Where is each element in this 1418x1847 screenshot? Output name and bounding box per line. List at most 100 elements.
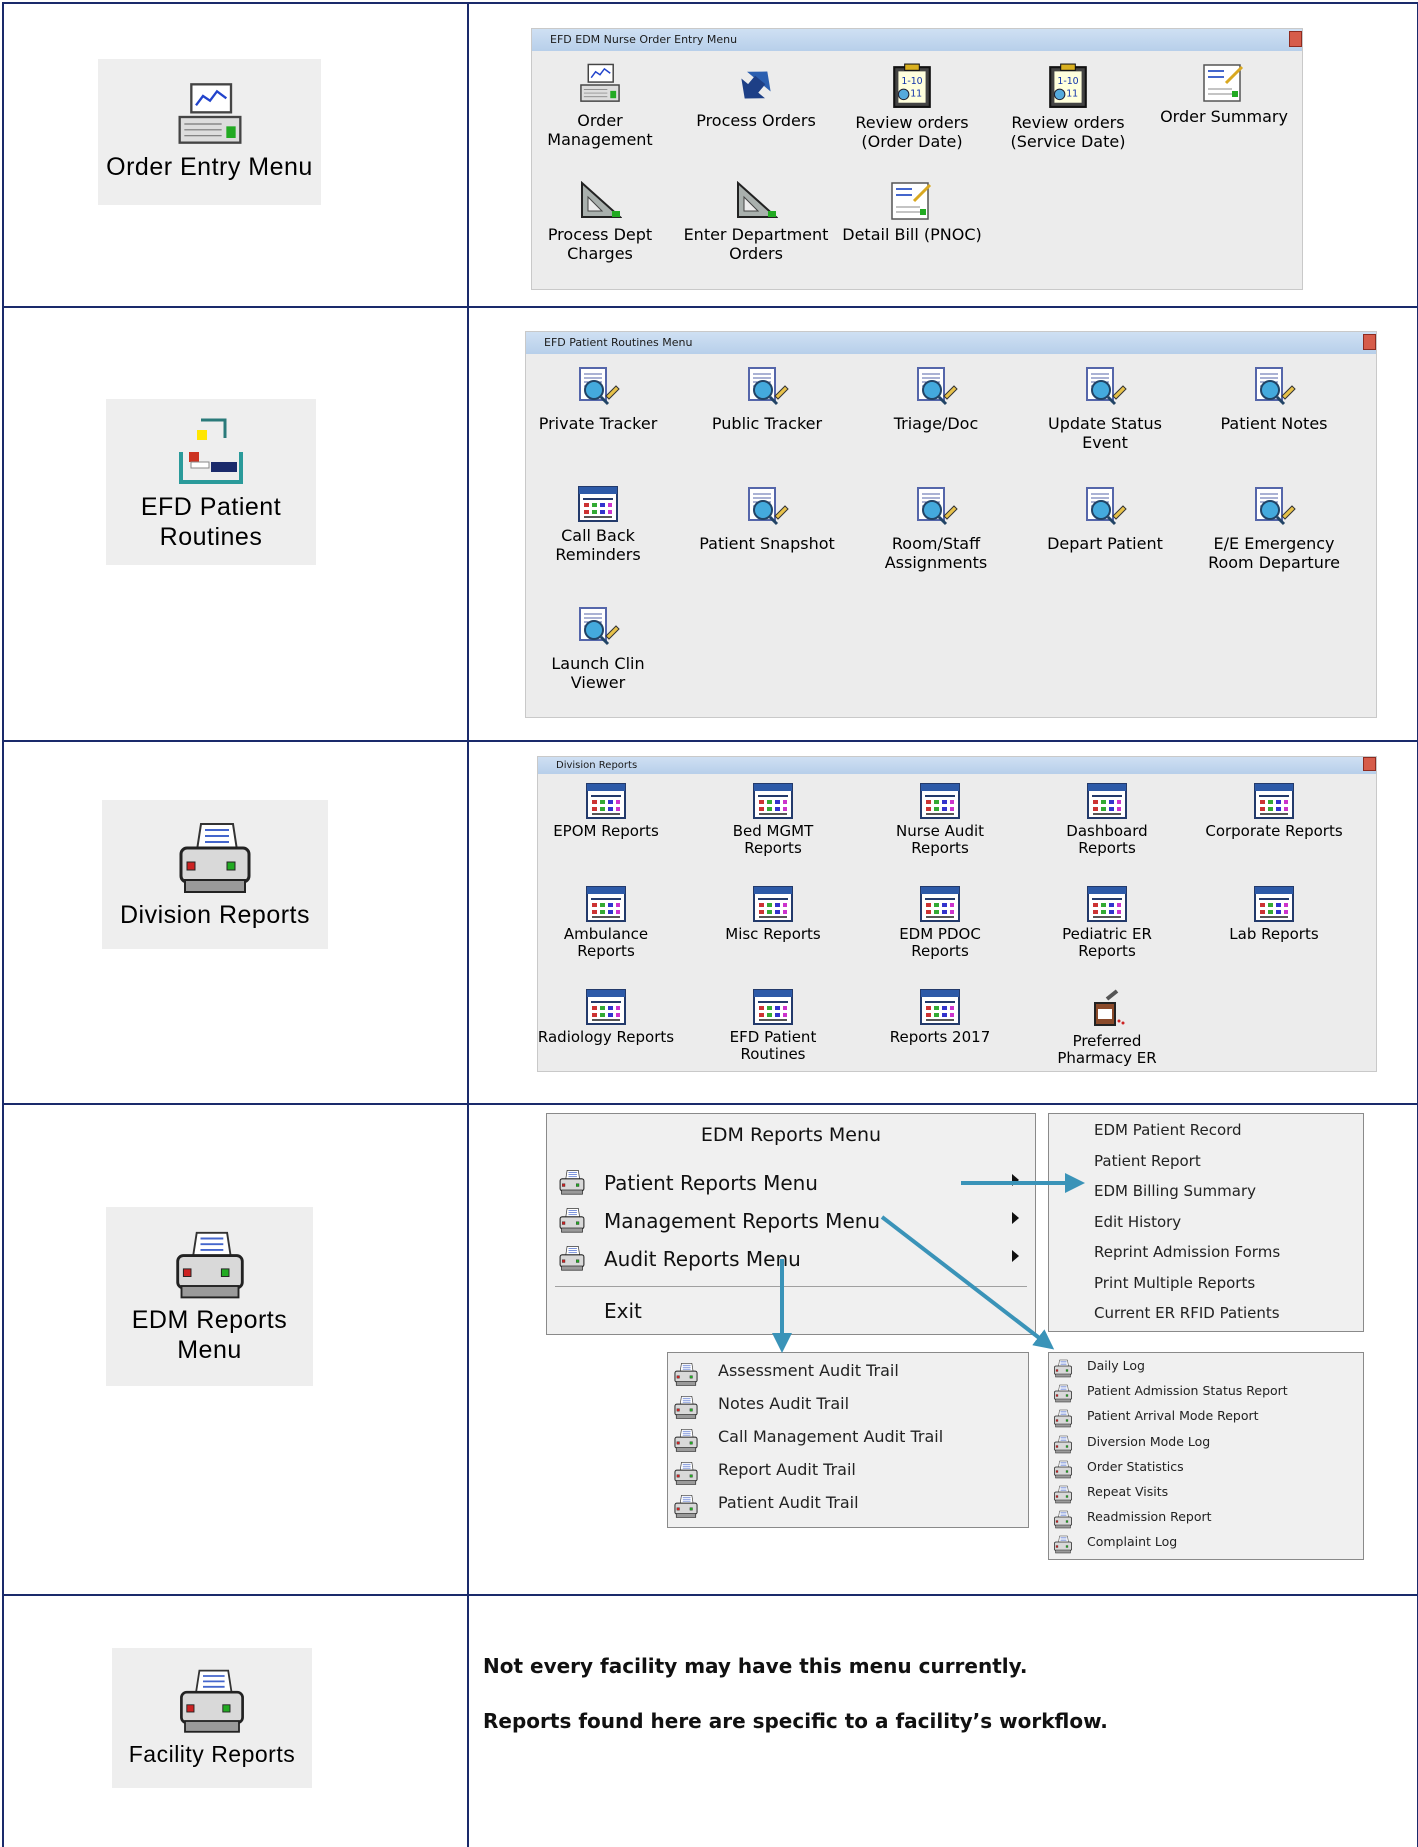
tile-cell: EDM Reports Menu [2,1103,469,1596]
window-title: Division Reports [538,757,1376,774]
patient-bed-icon [169,412,253,492]
submenu-item-label: Edit History [1094,1212,1182,1231]
menu-item-label-line-1: Dashboard [1066,822,1148,840]
efd-patient-routines-tile[interactable]: EFD Patient Routines [106,399,316,565]
menu-item[interactable]: Preferred Pharmacy ER [1027,989,1187,1067]
submenu-item[interactable]: Patient Audit Trail [668,1493,1028,1526]
menu-item-label-line-2: Reports [911,942,969,960]
window-cell: EDM Reports Menu Patient Reports Menu Ma… [467,1103,1418,1596]
tile-label-line-2: Routines [159,523,263,551]
menu-item[interactable]: Ambulance Reports [526,886,686,960]
submenu-item[interactable]: Assessment Audit Trail [668,1361,1028,1394]
menu-item[interactable]: Patient Snapshot [687,486,847,553]
order-entry-menu-tile[interactable]: Order Entry Menu [98,59,321,205]
menu-item[interactable]: EDM PDOC Reports [860,886,1020,960]
submenu-item[interactable]: EDM Billing Summary [1049,1182,1363,1213]
blue-arrows-icon [734,63,778,107]
patient-reports-submenu: EDM Patient Record Patient Report EDM Bill… [1048,1113,1364,1332]
menu-item[interactable]: Room/Staff Assignments [856,486,1016,572]
submenu-arrow-icon [1012,1250,1019,1262]
tile-label: Division Reports [119,900,310,929]
menu-item[interactable]: Order Management [520,63,680,149]
menu-item[interactable]: Pediatric ER Reports [1027,886,1187,960]
menu-item[interactable]: Patient Notes [1194,366,1354,433]
submenu-item-label: Call Management Audit Trail [718,1427,944,1446]
menu-item[interactable]: Nurse Audit Reports [860,783,1020,857]
document-magnifier-icon [745,366,789,410]
menu-item[interactable]: Radiology Reports [526,989,686,1046]
menu-item[interactable]: Detail Bill (PNOC) [832,181,992,244]
submenu-item[interactable]: Readmission Report [1049,1509,1363,1534]
edm-reports-menu-tile[interactable]: EDM Reports Menu [106,1207,313,1386]
printer-icon [1053,1460,1073,1480]
menu-item[interactable]: Triage/Doc [856,366,1016,433]
report-window-icon [753,886,793,922]
menu-item-patient-reports[interactable]: Patient Reports Menu [547,1166,1035,1200]
menu-item[interactable]: EPOM Reports [526,783,686,840]
printer-icon [557,1207,587,1235]
report-window-icon [920,989,960,1025]
menu-item[interactable]: Corporate Reports [1194,783,1354,840]
submenu-item[interactable]: Patient Arrival Mode Report [1049,1408,1363,1433]
menu-item[interactable]: Lab Reports [1194,886,1354,943]
menu-item[interactable]: Reports 2017 [860,989,1020,1046]
set-square-icon [578,181,622,221]
menu-item[interactable]: Process Dept Charges [520,181,680,263]
facility-reports-tile[interactable]: Facility Reports [112,1648,312,1788]
submenu-item[interactable]: Notes Audit Trail [668,1394,1028,1427]
menu-item[interactable]: Public Tracker [687,366,847,433]
menu-item-label-line-2: Reports [577,942,635,960]
menu-item[interactable]: Private Tracker [518,366,678,433]
menu-item-exit[interactable]: Exit [547,1294,1035,1328]
submenu-item[interactable]: Edit History [1049,1213,1363,1244]
report-window-icon [920,886,960,922]
submenu-item[interactable]: Patient Admission Status Report [1049,1383,1363,1408]
printer-icon [175,820,255,900]
menu-item-label-line-2: Assignments [884,553,988,572]
menu-item[interactable]: EFD Patient Routines [693,989,853,1063]
submenu-item[interactable]: Repeat Visits [1049,1484,1363,1509]
submenu-item[interactable]: Order Statistics [1049,1459,1363,1484]
menu-item[interactable]: Update Status Event [1025,366,1185,452]
menu-item-audit-reports[interactable]: Audit Reports Menu [547,1242,1035,1276]
printer-icon [557,1169,587,1197]
document-magnifier-icon [1252,366,1296,410]
menu-item[interactable]: Misc Reports [693,886,853,943]
menu-item[interactable]: Enter Department Orders [676,181,836,263]
menu-item-label: Exit [604,1299,642,1323]
submenu-item[interactable]: Reprint Admission Forms [1049,1243,1363,1274]
submenu-item[interactable]: Print Multiple Reports [1049,1274,1363,1305]
close-icon[interactable] [1289,31,1302,47]
submenu-item[interactable]: Complaint Log [1049,1534,1363,1559]
submenu-item[interactable]: Patient Report [1049,1152,1363,1183]
submenu-item-label: Complaint Log [1087,1534,1178,1550]
document-magnifier-icon [576,366,620,410]
submenu-item[interactable]: EDM Patient Record [1049,1121,1363,1152]
menu-item[interactable]: Review orders (Service Date) [988,63,1148,151]
pharmacy-bottle-icon [1087,989,1127,1029]
menu-item-management-reports[interactable]: Management Reports Menu [547,1204,1035,1238]
menu-item[interactable]: Review orders (Order Date) [832,63,992,151]
submenu-item[interactable]: Report Audit Trail [668,1460,1028,1493]
submenu-item[interactable]: Current ER RFID Patients [1049,1304,1363,1335]
menu-item[interactable]: Order Summary [1144,63,1304,126]
row-facility-reports: Facility Reports Not every facility may … [2,1594,1418,1847]
submenu-item[interactable]: Diversion Mode Log [1049,1434,1363,1459]
close-icon[interactable] [1363,334,1376,350]
submenu-item[interactable]: Call Management Audit Trail [668,1427,1028,1460]
facility-note-1: Not every facility may have this menu cu… [483,1654,1028,1678]
menu-item[interactable]: E/E Emergency Room Departure [1194,486,1354,572]
menu-item[interactable]: Call Back Reminders [518,486,678,564]
menu-item[interactable]: Bed MGMT Reports [693,783,853,857]
clipboard-calendar-icon [1046,63,1090,109]
menu-item-label-line-1: Order Summary [1160,107,1288,126]
close-icon[interactable] [1363,757,1376,771]
tile-label: Facility Reports [128,1741,296,1767]
menu-item[interactable]: Dashboard Reports [1027,783,1187,857]
menu-item[interactable]: Launch Clin Viewer [518,606,678,692]
tile-cell: Division Reports [2,740,469,1105]
menu-item[interactable]: Depart Patient [1025,486,1185,553]
submenu-item[interactable]: Daily Log [1049,1358,1363,1383]
division-reports-tile[interactable]: Division Reports [102,800,328,949]
menu-item[interactable]: Process Orders [676,63,836,130]
